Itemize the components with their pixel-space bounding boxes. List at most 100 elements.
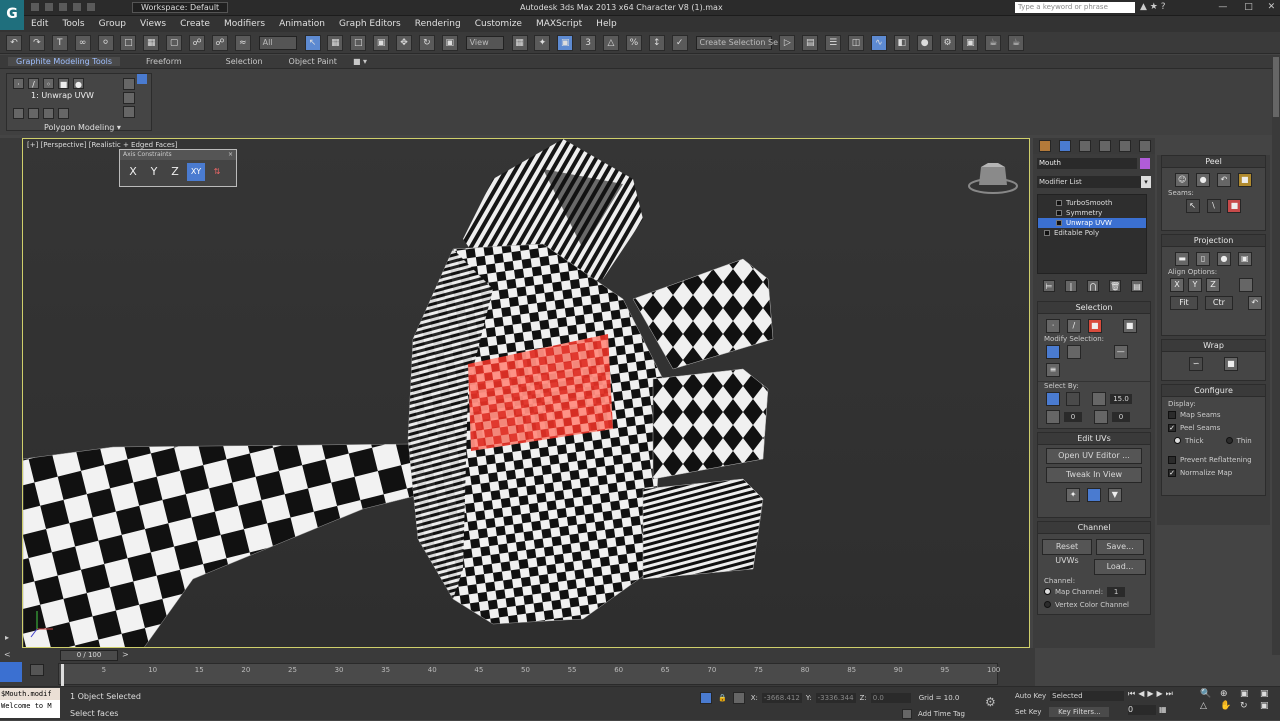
open-uv-editor-button[interactable]: Open UV Editor ... <box>1046 448 1142 464</box>
modify-tab-icon[interactable] <box>1059 140 1071 152</box>
menu-views[interactable]: Views <box>140 16 166 32</box>
isolate-selection-icon[interactable] <box>700 692 712 704</box>
spinner-snap-icon[interactable]: ↕ <box>648 35 665 51</box>
perspective-viewport[interactable]: [+] [Perspective] [Realistic + Edged Fac… <box>22 138 1030 648</box>
slider-left-arrow-icon[interactable]: < <box>4 650 11 659</box>
select-by-name-icon[interactable]: ▦ <box>143 35 160 51</box>
object-name-field[interactable]: Mouth <box>1037 158 1137 169</box>
key-mode-dropdown[interactable]: Selected <box>1050 691 1125 701</box>
utilities-tab-icon[interactable] <box>1139 140 1151 152</box>
curve-editor-icon[interactable]: ∿ <box>870 35 887 51</box>
app-logo[interactable]: G <box>0 0 24 30</box>
fov-icon[interactable]: △ <box>1200 701 1218 711</box>
normalize-map-checkbox[interactable]: ✓ <box>1168 468 1176 477</box>
play-icon[interactable]: ▶ <box>1147 689 1153 699</box>
edit-uvs-title[interactable]: Edit UVs <box>1038 433 1150 445</box>
pelt-map-icon[interactable]: ● <box>1196 173 1211 187</box>
time-config-icon[interactable]: ▦ <box>1159 705 1167 715</box>
axis-xy-button[interactable]: XY <box>187 163 205 181</box>
polygon-modeling-label[interactable]: Polygon Modeling ▾ <box>44 123 121 132</box>
add-time-tag-label[interactable]: Add Time Tag <box>918 710 965 718</box>
percent-snap-icon[interactable]: % <box>625 35 642 51</box>
load-uvw-button[interactable]: Load... <box>1094 559 1146 575</box>
modifier-list-dropdown[interactable]: Modifier List ▾ <box>1037 176 1151 188</box>
stack-level-label[interactable]: 1: Unwrap UVW <box>31 91 94 100</box>
maximize-icon[interactable]: □ <box>1244 2 1253 12</box>
slider-right-arrow-icon[interactable]: > <box>122 650 129 659</box>
new-file-icon[interactable] <box>30 2 40 12</box>
align-x-button[interactable]: X <box>1170 278 1184 292</box>
pan-icon[interactable]: ✋ <box>1220 701 1238 711</box>
lscm-reset-icon[interactable]: ↶ <box>1216 173 1231 187</box>
maxscript-listener[interactable]: $Mouth.modif Welcome to M <box>0 688 60 718</box>
spacewarp-icon[interactable]: ≈ <box>234 35 251 51</box>
tab-object-paint[interactable]: Object Paint <box>289 57 337 66</box>
convert-edge-icon[interactable]: ■ <box>1237 173 1252 187</box>
ribbon-tool2-icon[interactable] <box>28 108 39 119</box>
layer-manager-icon[interactable]: ☰ <box>825 35 842 51</box>
map-channel-radio[interactable] <box>1044 588 1051 595</box>
zoom-extents-icon[interactable]: ▣ <box>1240 689 1258 699</box>
planar-angle-icon[interactable] <box>1092 392 1106 406</box>
menu-help[interactable]: Help <box>596 16 617 32</box>
render-iterative-icon[interactable]: ☕ <box>1008 35 1025 51</box>
menu-maxscript[interactable]: MAXScript <box>536 16 582 32</box>
menu-modifiers[interactable]: Modifiers <box>224 16 265 32</box>
cylindrical-map-icon[interactable]: ▯ <box>1196 252 1211 266</box>
rect-select-icon[interactable]: □ <box>350 35 367 51</box>
align-gizmo-icon[interactable]: ▼ <box>1107 488 1122 502</box>
pin-stack-icon[interactable]: ⊨ <box>1043 280 1055 292</box>
point-to-point-seam-icon[interactable]: \ <box>1206 199 1221 213</box>
redo-icon[interactable] <box>86 2 96 12</box>
z-coordinate-field[interactable]: 0.0 <box>870 693 911 703</box>
next-frame-icon[interactable]: ▶ <box>1157 689 1163 699</box>
best-align-icon[interactable] <box>1238 278 1253 292</box>
menu-animation[interactable]: Animation <box>279 16 325 32</box>
tweak-in-view-button[interactable]: Tweak In View <box>1046 467 1142 483</box>
ribbon-settings-icon[interactable] <box>137 74 147 84</box>
display-tab-icon[interactable] <box>1119 140 1131 152</box>
menu-customize[interactable]: Customize <box>475 16 522 32</box>
ribbon-element-icon[interactable]: ● <box>73 78 84 89</box>
select-by-element-icon[interactable] <box>1066 392 1080 406</box>
named-selection-set-dropdown[interactable]: Create Selection Se <box>695 36 778 50</box>
thin-radio[interactable] <box>1225 437 1233 444</box>
align-y-button[interactable]: Y <box>1188 278 1202 292</box>
ribbon-options-icon[interactable]: ■ ▾ <box>353 57 367 66</box>
menu-graph-editors[interactable]: Graph Editors <box>339 16 401 32</box>
x-coordinate-field[interactable]: -3668.412 <box>761 693 802 703</box>
ignore-backfacing-icon[interactable] <box>1046 392 1060 406</box>
align-icon[interactable]: ▤ <box>802 35 819 51</box>
trackbar[interactable]: 5 10 15 20 25 30 35 40 45 50 55 60 65 70 75 80 85 90 95 100 <box>58 663 1000 686</box>
quick-peel-icon[interactable]: ☺ <box>1175 173 1190 187</box>
schematic-view-icon[interactable]: ◧ <box>893 35 910 51</box>
selection-rollout-title[interactable]: Selection <box>1038 302 1150 314</box>
peel-title[interactable]: Peel <box>1162 156 1265 168</box>
bind-spacewarp-icon[interactable]: ⚪ <box>97 35 114 51</box>
vertex-mode-icon[interactable]: ⋅ <box>1046 319 1060 333</box>
stack-visibility-icon[interactable] <box>1056 220 1062 226</box>
maximize-viewport-icon[interactable]: ▣ <box>1260 701 1278 711</box>
fit-icon[interactable]: Fit <box>1170 296 1198 310</box>
edge-mode-icon[interactable]: / <box>1066 319 1081 333</box>
object-color-swatch[interactable] <box>1140 158 1150 169</box>
goto-start-icon[interactable]: ⏮ <box>1128 689 1135 699</box>
ribbon-tool-icon[interactable] <box>13 108 24 119</box>
auto-key-button[interactable]: Auto Key <box>1015 692 1046 700</box>
reset-projection-icon[interactable]: ↶ <box>1247 296 1262 310</box>
display-quick-planar-icon[interactable] <box>1087 488 1101 502</box>
center-icon[interactable]: Ctr <box>1204 296 1233 310</box>
snap-toggle-icon[interactable]: 3 <box>580 35 597 51</box>
workspace-dropdown[interactable]: Workspace: Default <box>132 2 228 13</box>
quick-planar-map-icon[interactable]: ✦ <box>1066 488 1081 502</box>
viewcube[interactable] <box>968 163 1018 194</box>
save-file-icon[interactable] <box>58 2 68 12</box>
ring-selection-icon[interactable]: ≡ <box>1046 363 1060 377</box>
stack-item-turbosmooth[interactable]: TurboSmooth <box>1038 198 1146 208</box>
select-by-smgroup-icon[interactable] <box>1046 410 1060 424</box>
ribbon-tool3-icon[interactable] <box>43 108 54 119</box>
ribbon-tool4-icon[interactable] <box>58 108 69 119</box>
search-input[interactable]: Type a keyword or phrase <box>1015 2 1135 13</box>
stack-item-unwrap-uvw[interactable]: Unwrap UVW <box>1038 218 1146 228</box>
reference-coordinate-dropdown[interactable]: View <box>465 36 504 50</box>
